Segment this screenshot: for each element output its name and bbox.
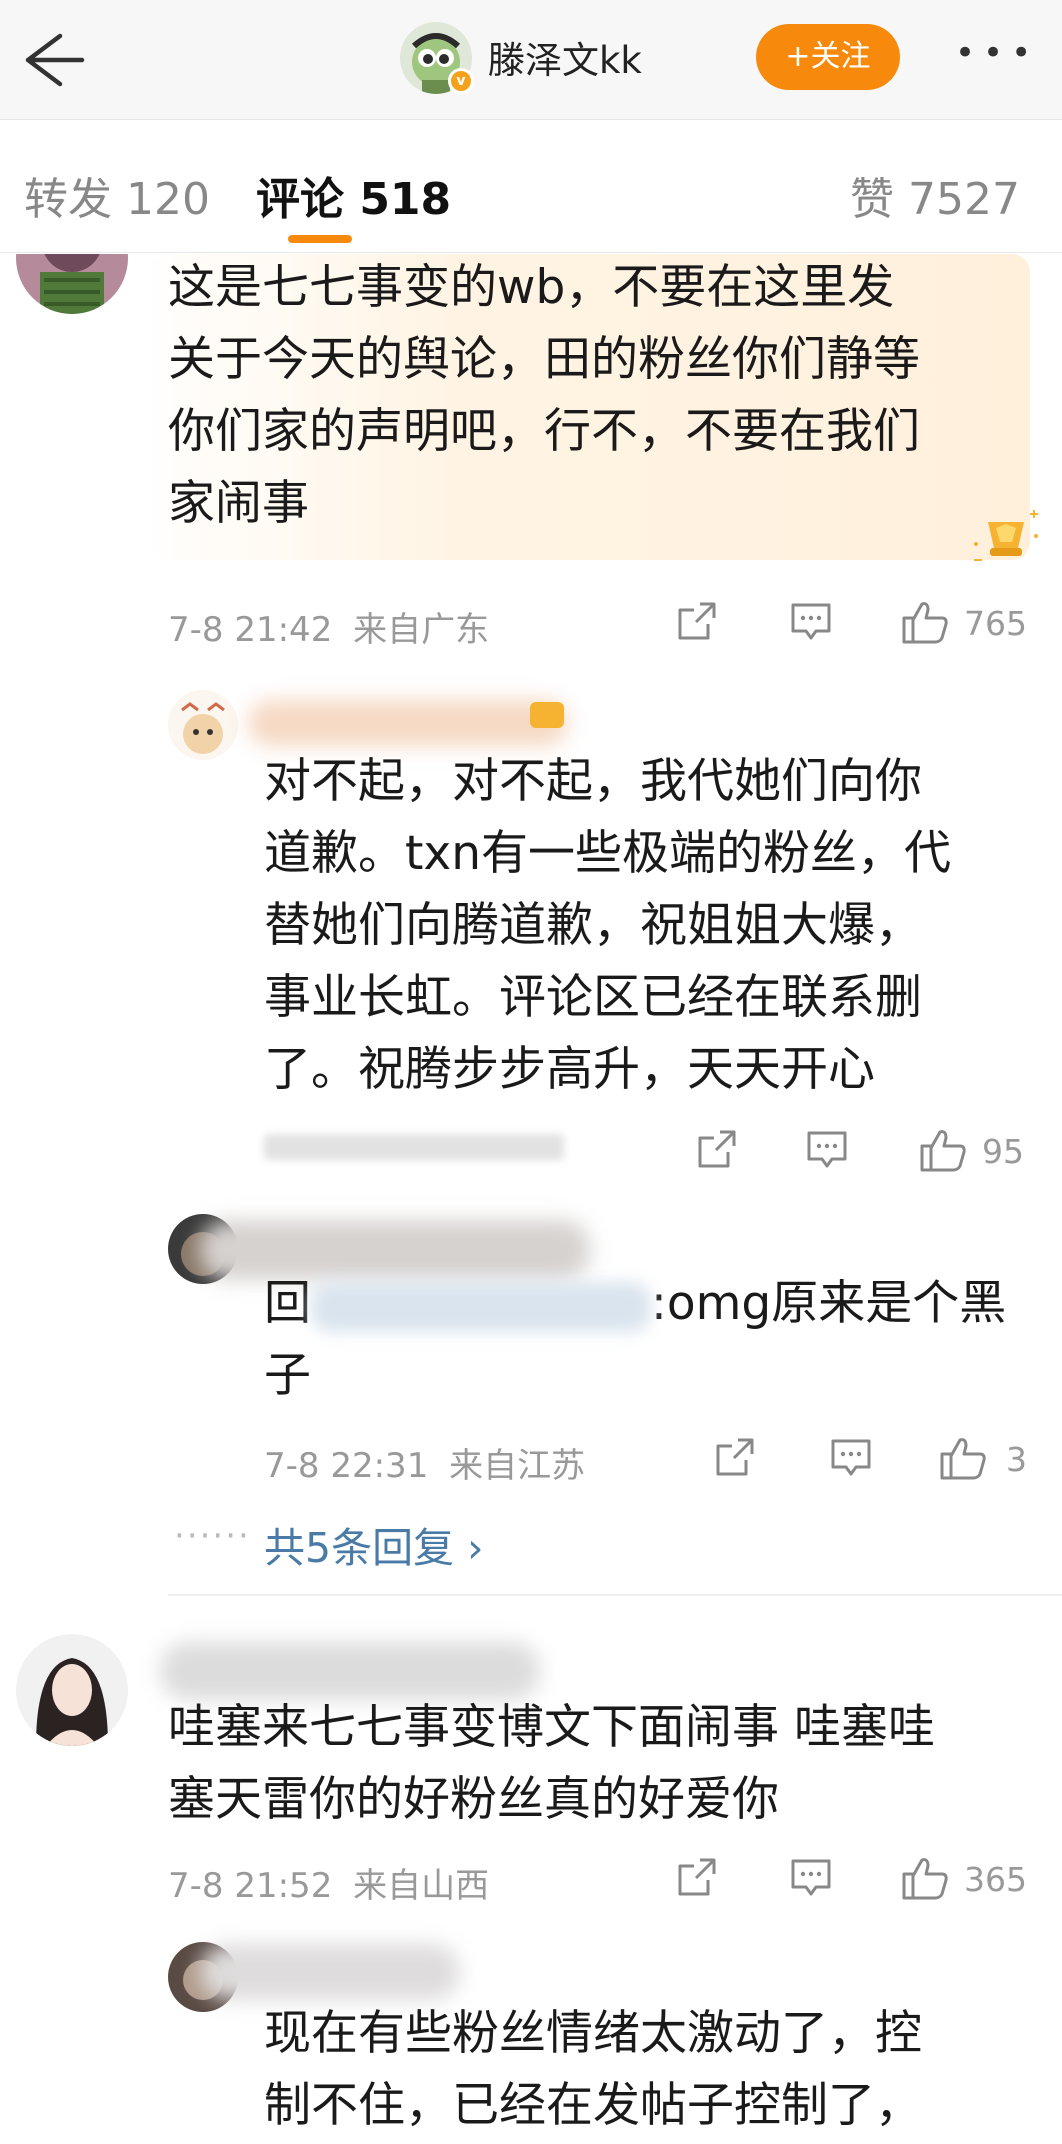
back-arrow-icon[interactable]	[10, 22, 88, 98]
post-tabs: 转发 120 评论 518 赞 7527	[0, 121, 1062, 253]
comment-meta: 7-8 21:42 来自广东	[168, 602, 489, 651]
comment-meta: 7-8 21:52 来自山西	[168, 1858, 489, 1907]
top-navigation-bar: v 滕泽文kk +关注 •••	[0, 0, 1062, 120]
comment-text: 哇塞来七七事变博文下面闹事 哇塞哇 塞天雷你的好粉丝真的好爱你	[168, 1700, 935, 1827]
comment-icon[interactable]	[788, 598, 834, 648]
commenter-avatar[interactable]	[16, 254, 128, 314]
blurred-meta	[264, 1134, 564, 1160]
reply-text: 现在有些粉丝情绪太激动了，控 制不住，已经在发帖子控制了，	[264, 2006, 922, 2133]
reply-actions: 95	[690, 1126, 1060, 1176]
follow-button[interactable]: +关注	[756, 24, 900, 90]
commenter-avatar[interactable]	[16, 1634, 128, 1746]
like-icon[interactable]	[900, 598, 950, 648]
share-icon[interactable]	[674, 1854, 720, 1904]
reply-text: 回:omg原来是个黑 子	[264, 1268, 1006, 1412]
comment-icon[interactable]	[788, 1854, 834, 1904]
like-count: 95	[982, 1132, 1024, 1171]
comment-text: 这是七七事变的wb，不要在这里发 关于今天的舆论，田的粉丝你们静等 你们家的声明…	[168, 260, 920, 531]
comment-time: 7-8 21:52	[168, 1866, 333, 1906]
like-icon[interactable]	[938, 1434, 988, 1484]
comment-list: 这是七七事变的wb，不要在这里发 关于今天的舆论，田的粉丝你们静等 你们家的声明…	[0, 254, 1062, 2144]
like-count: 365	[964, 1860, 1027, 1899]
reply-actions: 3	[712, 1434, 1060, 1484]
reply-time: 7-8 22:31	[264, 1446, 429, 1486]
tab-repost[interactable]: 转发 120	[24, 163, 210, 227]
like-icon[interactable]	[918, 1126, 968, 1176]
comment-icon[interactable]	[804, 1126, 850, 1176]
reply-meta: 7-8 22:31 来自江苏	[264, 1438, 585, 1487]
more-options-icon[interactable]: •••	[955, 36, 1035, 74]
crown-badge-icon	[530, 702, 564, 728]
like-count: 3	[1006, 1440, 1027, 1479]
active-tab-indicator	[288, 235, 352, 243]
reply-prefix: 回	[264, 1276, 311, 1331]
share-icon[interactable]	[674, 598, 720, 648]
reply-text: 对不起，对不起，我代她们向你 道歉。txn有一些极端的粉丝，代 替她们向腾道歉，…	[264, 754, 952, 1097]
reply-location: 来自江苏	[449, 1446, 586, 1486]
comment-actions: 765	[672, 598, 1052, 648]
share-icon[interactable]	[694, 1126, 740, 1176]
more-replies-link[interactable]: 共5条回复 ›	[264, 1514, 484, 1574]
post-author-name[interactable]: 滕泽文kk	[488, 30, 642, 84]
comment-divider	[168, 1594, 1062, 1596]
blurred-mention	[311, 1281, 651, 1332]
reply-avatar[interactable]	[168, 690, 238, 760]
thread-dots: ······	[174, 1516, 251, 1556]
blurred-username	[200, 1944, 460, 2000]
blurred-username	[248, 700, 568, 746]
comment-location: 来自山西	[353, 1866, 490, 1906]
tab-likes[interactable]: 赞 7527	[850, 163, 1020, 227]
verified-badge-icon: v	[448, 68, 474, 94]
comment-actions: 365	[672, 1854, 1060, 1904]
tab-comments[interactable]: 评论 518	[256, 163, 451, 227]
comment-time: 7-8 21:42	[168, 610, 333, 650]
share-icon[interactable]	[712, 1434, 758, 1484]
comment-location: 来自广东	[353, 610, 490, 650]
comment-icon[interactable]	[828, 1434, 874, 1484]
trophy-icon	[966, 504, 1046, 566]
like-count: 765	[964, 604, 1027, 643]
like-icon[interactable]	[900, 1854, 950, 1904]
